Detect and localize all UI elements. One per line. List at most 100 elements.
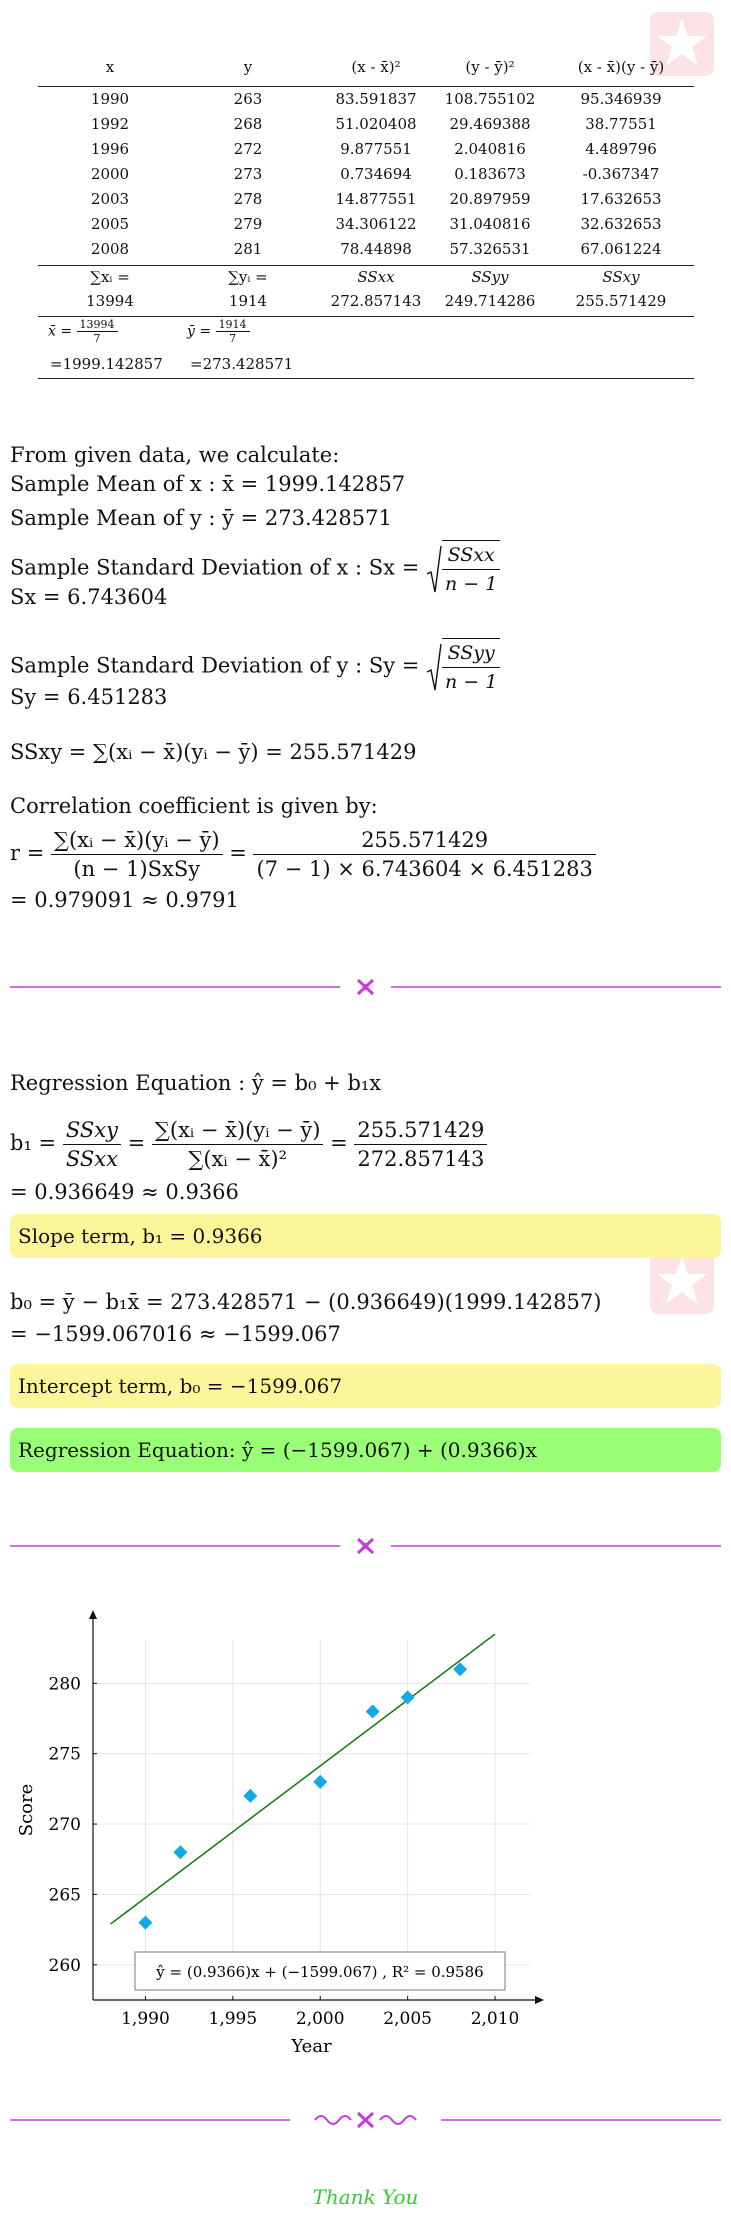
ornament-icon — [356, 1537, 375, 1555]
table-cell: 95.346939 — [580, 90, 662, 108]
section-divider — [10, 2111, 721, 2129]
table-cell: 34.306122 — [335, 215, 417, 233]
table-row: 2003 278 14.877551 20.897959 17.632653 — [38, 190, 694, 214]
x-axis-label: Year — [290, 2036, 332, 2057]
mean-x-num: 13994 — [76, 318, 118, 332]
table-cell: 20.897959 — [449, 190, 531, 208]
y-axis-arrow — [89, 1610, 97, 1619]
ssxy-value: 255.571429 — [575, 292, 667, 310]
b1-num-ss: SSxy — [62, 1116, 121, 1145]
header-y: y — [243, 58, 253, 76]
sd-y-label: Sample Standard Deviation of y : Sy = — [10, 653, 420, 678]
r-num-values: 255.571429 — [253, 826, 596, 855]
table-cell: 272 — [233, 140, 263, 158]
legend-text: ŷ = (0.9366)x + (−1599.067) , R² = 0.958… — [155, 1963, 483, 1981]
table-cell: 108.755102 — [444, 90, 536, 108]
x-tick-label: 1,990 — [121, 2009, 170, 2029]
scatter-chart: 1,990 1,995 2,000 2,005 2,010 260 265 270 275 280… — [16, 1610, 544, 2057]
table-row: 2000 273 0.734694 0.183673 -0.367347 — [38, 165, 694, 189]
table-cell: 14.877551 — [335, 190, 417, 208]
x-tick-label: 2,005 — [383, 2009, 432, 2029]
mean-y-value: =273.428571 — [190, 355, 294, 373]
table-cell: 38.77551 — [585, 115, 657, 133]
trend-line — [110, 1633, 496, 1925]
table-cell: 268 — [233, 115, 263, 133]
table-rule — [38, 316, 694, 317]
sum-x-value: 13994 — [86, 292, 134, 310]
table-cell: 2005 — [90, 215, 130, 233]
mean-y-line: Sample Mean of y : ȳ = 273.428571 — [10, 506, 392, 530]
sum-y-label: ∑yᵢ = — [228, 268, 268, 286]
mean-x-value: =1999.142857 — [50, 355, 163, 373]
table-row: 1996 272 9.877551 2.040816 4.489796 — [38, 140, 694, 164]
table-cell: 17.632653 — [580, 190, 662, 208]
x-tick-label: 2,000 — [296, 2009, 345, 2029]
y-tick-label: 270 — [49, 1815, 81, 1835]
data-point — [173, 1845, 188, 1860]
table-cell: 278 — [233, 190, 263, 208]
table-cell: 78.44898 — [340, 240, 412, 258]
y-tick-label: 280 — [49, 1674, 81, 1694]
table-cell: 0.183673 — [454, 165, 526, 183]
b0-value: = −1599.067016 ≈ −1599.067 — [10, 1322, 341, 1346]
sum-label-row: ∑xᵢ = ∑yᵢ = SSxx SSyy SSxy — [38, 268, 694, 292]
mean-y-den: 7 — [229, 332, 237, 345]
table-header-row: x y (x - x̄)² (y - ȳ)² (x - x̄)(y - ȳ) — [38, 58, 694, 82]
b1-formula: b₁ = SSxy SSxx = ∑(xᵢ − x̄)(yᵢ − ȳ) ∑(xᵢ −… — [10, 1116, 488, 1173]
table-cell: 83.591837 — [335, 90, 417, 108]
table-row: 1990 263 83.591837 108.755102 95.346939 — [38, 90, 694, 114]
mean-x-line: Sample Mean of x : x̄ = 1999.142857 — [10, 472, 406, 496]
calc-intro: From given data, we calculate: — [10, 443, 340, 467]
header-xy-dev: (x - x̄)(y - ȳ) — [577, 58, 665, 76]
table-cell: 2003 — [90, 190, 130, 208]
table-cell: 0.734694 — [340, 165, 412, 183]
r-value: = 0.979091 ≈ 0.9791 — [10, 888, 239, 912]
mean-y-formula: ȳ = 1914 7 — [187, 318, 250, 345]
equation-highlight: Regression Equation: ŷ = (−1599.067) + (… — [10, 1428, 721, 1472]
r-den-values: (7 − 1) × 6.743604 × 6.451283 — [256, 857, 593, 881]
table-cell: 9.877551 — [340, 140, 412, 158]
b1-lhs: b₁ = — [10, 1131, 57, 1155]
mean-y-num: 1914 — [215, 318, 250, 332]
y-axis-label: Score — [16, 1784, 37, 1837]
watermark-logo — [650, 1250, 714, 1314]
b1-den-ss: SSxx — [65, 1147, 118, 1171]
table-cell: 2.040816 — [454, 140, 526, 158]
ornament-icon — [356, 978, 375, 996]
y-tick-label: 260 — [49, 1956, 81, 1976]
r-lhs: r = — [10, 841, 45, 865]
ssxx-value: 272.857143 — [330, 292, 422, 310]
section-divider — [10, 1537, 721, 1555]
mean-x-den: 7 — [93, 332, 101, 345]
table-rule — [38, 86, 694, 87]
table-row: 2008 281 78.44898 57.326531 67.061224 — [38, 240, 694, 264]
header-x: x — [105, 58, 115, 76]
header-y-dev-sq: (y - ȳ)² — [465, 58, 515, 76]
sd-x-value: Sx = 6.743604 — [10, 585, 168, 609]
table-cell: 31.040816 — [449, 215, 531, 233]
data-point — [243, 1788, 258, 1803]
data-point — [138, 1915, 153, 1930]
x-tick-label: 2,010 — [471, 2009, 520, 2029]
ssxx-label: SSxx — [357, 268, 395, 286]
sd-x-label: Sample Standard Deviation of x : Sx = — [10, 555, 420, 580]
sum-value-row: 13994 1914 272.857143 249.714286 255.571… — [38, 292, 694, 316]
regression-form: Regression Equation : ŷ = b₀ + b₁x — [10, 1071, 382, 1095]
ssyy-label: SSyy — [471, 268, 509, 286]
sqrt-sign: SSxx n − 1 — [426, 540, 501, 598]
table-row: 2005 279 34.306122 31.040816 32.632653 — [38, 215, 694, 239]
table-cell: 1992 — [90, 115, 130, 133]
table-cell: 67.061224 — [580, 240, 662, 258]
data-point — [313, 1774, 328, 1789]
table-cell: 279 — [233, 215, 263, 233]
b1-den-value: 272.857143 — [357, 1147, 485, 1171]
b1-den-sum: ∑(xᵢ − x̄)² — [188, 1147, 287, 1171]
y-tick-label: 275 — [49, 1745, 81, 1765]
mean-x-formula: x̄ = 13994 7 — [48, 318, 118, 345]
y-tick-label: 265 — [49, 1885, 81, 1905]
section-divider — [10, 978, 721, 996]
table-cell: 32.632653 — [580, 215, 662, 233]
slope-highlight: Slope term, b₁ = 0.9366 — [10, 1214, 721, 1258]
table-cell: 273 — [233, 165, 263, 183]
table-cell: 1990 — [90, 90, 130, 108]
